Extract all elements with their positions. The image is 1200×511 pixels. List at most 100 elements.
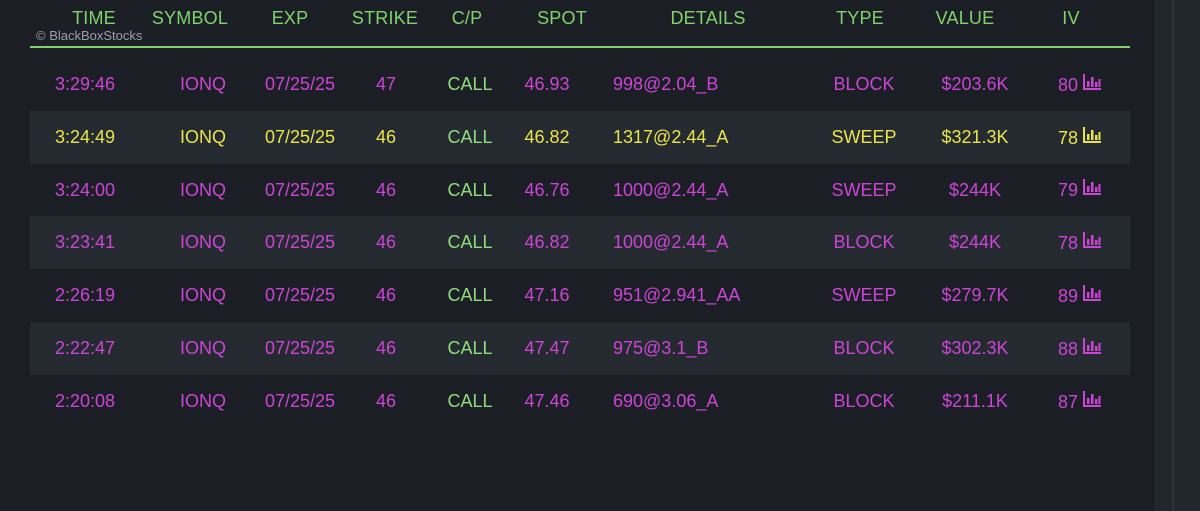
cell-exp: 07/25/25 — [264, 179, 336, 200]
header-value[interactable]: VALUE — [930, 8, 1000, 29]
bar-chart-icon[interactable] — [1082, 112, 1102, 165]
cell-spot: 47.47 — [524, 337, 570, 358]
bar-chart-icon[interactable] — [1082, 376, 1102, 429]
bar-chart-icon[interactable] — [1082, 217, 1102, 270]
cell-type: SWEEP — [831, 126, 897, 147]
cell-strike: 47 — [375, 74, 397, 94]
cell-time: 2:22:47 — [54, 337, 116, 358]
cell-value: $321.3K — [941, 126, 1009, 147]
cell-spot: 47.16 — [524, 285, 570, 306]
cell-value: $244K — [948, 232, 1002, 253]
cell-exp: 07/25/25 — [264, 337, 336, 358]
cell-details: 975@3.1_B — [613, 337, 709, 358]
header-details[interactable]: DETAILS — [663, 8, 753, 29]
header-exp[interactable]: EXP — [260, 8, 320, 29]
cell-iv: 78 — [1050, 216, 1110, 269]
cell-strike: 46 — [375, 232, 397, 253]
bar-chart-icon[interactable] — [1082, 270, 1102, 323]
cell-details: 1317@2.44_A — [613, 126, 729, 147]
iv-value: 80 — [1057, 74, 1079, 95]
cell-strike: 46 — [375, 337, 397, 358]
cell-time: 3:29:46 — [54, 74, 116, 94]
right-scrollbar-strip[interactable] — [1155, 0, 1200, 511]
cell-type: BLOCK — [833, 390, 895, 411]
cell-spot: 46.93 — [524, 74, 570, 94]
header-strike[interactable]: STRIKE — [350, 8, 420, 29]
cell-time: 3:24:49 — [54, 126, 116, 147]
cell-exp: 07/25/25 — [264, 285, 336, 306]
header-time[interactable]: TIME — [64, 8, 124, 29]
cell-details: 1000@2.44_A — [613, 179, 729, 200]
iv-value: 87 — [1057, 391, 1079, 412]
bar-chart-icon[interactable] — [1082, 323, 1102, 376]
table-row[interactable]: 3:23:41 IONQ 07/25/25 46 CALL 46.82 1000@2.44_… — [30, 216, 1130, 270]
cell-cp: CALL — [447, 232, 493, 253]
cell-details: 1000@2.44_A — [613, 232, 729, 253]
cell-time: 2:26:19 — [54, 285, 116, 306]
cell-exp: 07/25/25 — [264, 74, 336, 94]
iv-value: 88 — [1057, 338, 1079, 359]
cell-value: $211.1K — [942, 390, 1008, 411]
cell-cp: CALL — [447, 126, 493, 147]
bar-chart-icon[interactable] — [1082, 59, 1102, 112]
cell-strike: 46 — [375, 285, 397, 306]
header-type[interactable]: TYPE — [830, 8, 890, 29]
table-row[interactable]: 3:24:00 IONQ 07/25/25 46 CALL 46.76 1000@2.44_… — [30, 164, 1130, 217]
cell-iv: 80 — [1050, 58, 1110, 111]
bar-chart-icon[interactable] — [1082, 164, 1102, 217]
scrollbar-track[interactable] — [1172, 0, 1174, 511]
cell-iv: 79 — [1050, 164, 1110, 217]
iv-value: 89 — [1057, 286, 1079, 307]
cell-time: 3:23:41 — [54, 232, 116, 253]
table-row[interactable]: 3:24:49 IONQ 07/25/25 46 CALL 46.82 1317@2.44_… — [30, 110, 1130, 164]
cell-type: SWEEP — [831, 179, 897, 200]
table-header: TIME SYMBOL EXP STRIKE C/P SPOT DETAILS … — [30, 0, 1130, 48]
iv-value: 79 — [1057, 180, 1079, 201]
table-row[interactable]: 2:20:08 IONQ 07/25/25 46 CALL 47.46 690@3.06_A… — [30, 375, 1130, 428]
iv-value: 78 — [1057, 127, 1079, 148]
cell-cp: CALL — [447, 179, 493, 200]
iv-value: 78 — [1057, 233, 1079, 254]
cell-cp: CALL — [447, 74, 493, 94]
cell-iv: 88 — [1050, 322, 1110, 375]
cell-iv: 89 — [1050, 269, 1110, 322]
header-cp[interactable]: C/P — [442, 8, 492, 29]
cell-type: BLOCK — [833, 337, 895, 358]
header-spot[interactable]: SPOT — [530, 8, 594, 29]
cell-type: BLOCK — [833, 232, 895, 253]
cell-spot: 46.76 — [524, 179, 570, 200]
cell-cp: CALL — [447, 337, 493, 358]
cell-value: $279.7K — [941, 285, 1009, 306]
cell-cp: CALL — [447, 390, 493, 411]
cell-spot: 47.46 — [524, 390, 570, 411]
table-row[interactable]: 3:29:46 IONQ 07/25/25 47 CALL 46.93 998@2.04_B… — [30, 58, 1130, 111]
header-symbol[interactable]: SYMBOL — [140, 8, 240, 29]
cell-exp: 07/25/25 — [264, 390, 336, 411]
trades-table-body: 3:29:46 IONQ 07/25/25 47 CALL 46.93 998@2.04_B… — [30, 58, 1130, 428]
cell-value: $302.3K — [941, 337, 1009, 358]
cell-strike: 46 — [375, 390, 397, 411]
cell-iv: 78 — [1050, 111, 1110, 164]
cell-iv: 87 — [1050, 375, 1110, 428]
cell-details: 690@3.06_A — [613, 390, 719, 411]
cell-strike: 46 — [375, 179, 397, 200]
cell-details: 951@2.941_AA — [613, 285, 741, 306]
cell-exp: 07/25/25 — [264, 232, 336, 253]
table-row[interactable]: 2:22:47 IONQ 07/25/25 46 CALL 47.47 975@3.1_B B… — [30, 321, 1130, 375]
watermark: © BlackBoxStocks — [36, 28, 143, 43]
cell-strike: 46 — [375, 126, 397, 147]
header-iv[interactable]: IV — [1056, 8, 1086, 29]
cell-cp: CALL — [447, 285, 493, 306]
cell-time: 3:24:00 — [54, 179, 116, 200]
cell-spot: 46.82 — [524, 232, 570, 253]
cell-type: BLOCK — [833, 74, 895, 94]
cell-value: $203.6K — [941, 74, 1009, 94]
cell-exp: 07/25/25 — [264, 126, 336, 147]
cell-type: SWEEP — [831, 285, 897, 306]
options-flow-panel: TIME SYMBOL EXP STRIKE C/P SPOT DETAILS … — [0, 0, 1155, 511]
table-row[interactable]: 2:26:19 IONQ 07/25/25 46 CALL 47.16 951@2.941_… — [30, 269, 1130, 322]
cell-value: $244K — [948, 179, 1002, 200]
cell-details: 998@2.04_B — [613, 74, 719, 94]
cell-spot: 46.82 — [524, 126, 570, 147]
cell-time: 2:20:08 — [54, 390, 116, 411]
